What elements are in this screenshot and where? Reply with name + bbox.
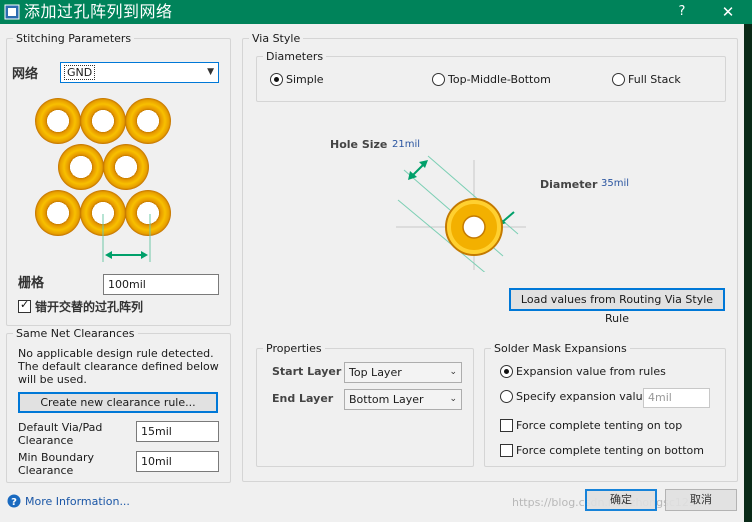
- via-style-legend: Via Style: [252, 32, 301, 45]
- radio-top-middle-bottom-label[interactable]: Top-Middle-Bottom: [448, 73, 551, 86]
- help-button[interactable]: ?: [664, 0, 700, 24]
- solder-mask-legend: Solder Mask Expansions: [494, 342, 627, 355]
- tent-top-label[interactable]: Force complete tenting on top: [516, 419, 682, 432]
- via-dimension-diagram: [396, 155, 526, 272]
- specify-expansion-label[interactable]: Specify expansion value: [516, 390, 649, 403]
- via-ring-icon: [80, 98, 126, 144]
- more-information-link[interactable]: More Information...: [25, 495, 130, 508]
- close-button[interactable]: ✕: [710, 0, 746, 24]
- properties-legend: Properties: [266, 342, 322, 355]
- radio-simple-label[interactable]: Simple: [286, 73, 324, 86]
- via-pad-clearance-label: Default Via/Pad Clearance: [18, 421, 103, 447]
- via-ring-icon: [103, 144, 149, 190]
- help-circle-icon[interactable]: ?: [7, 494, 21, 508]
- start-layer-value: Top Layer: [349, 366, 402, 379]
- dialog-body: Stitching Parameters 网络 GND ▼ 栅格 100mil …: [0, 24, 744, 522]
- tent-bottom-checkbox[interactable]: [500, 444, 513, 457]
- radio-expansion-from-rules[interactable]: [500, 365, 513, 378]
- end-layer-label: End Layer: [272, 392, 334, 405]
- hole-size-label: Hole Size: [330, 138, 388, 151]
- clearance-note: No applicable design rule detected. The …: [18, 347, 219, 386]
- stagger-label: 错开交替的过孔阵列: [35, 300, 144, 314]
- grid-label: 栅格: [18, 276, 45, 291]
- radio-top-middle-bottom[interactable]: [432, 73, 445, 86]
- radio-simple[interactable]: [270, 73, 283, 86]
- cancel-button[interactable]: 取消: [665, 489, 737, 511]
- via-ring-icon: [35, 98, 81, 144]
- chevron-down-icon: ⌄: [449, 394, 457, 404]
- end-layer-select[interactable]: Bottom Layer ⌄: [344, 389, 462, 410]
- stitching-parameters-legend: Stitching Parameters: [16, 32, 132, 45]
- specify-expansion-input[interactable]: 4mil: [643, 388, 710, 408]
- grid-input[interactable]: 100mil: [103, 274, 219, 295]
- diameters-legend: Diameters: [266, 50, 324, 63]
- diameter-label: Diameter: [540, 178, 598, 191]
- diameter-value: 35mil: [601, 178, 630, 189]
- via-ring-icon: [58, 144, 104, 190]
- title-bar: 添加过孔阵列到网络 ? ✕: [0, 0, 752, 24]
- hole-size-value: 21mil: [392, 139, 421, 150]
- chevron-down-icon: ▼: [207, 67, 214, 77]
- via-ring-icon: [35, 190, 81, 236]
- tent-top-checkbox[interactable]: [500, 419, 513, 432]
- background-window-edge: [744, 24, 752, 522]
- create-clearance-rule-button[interactable]: Create new clearance rule...: [18, 392, 218, 413]
- radio-full-stack[interactable]: [612, 73, 625, 86]
- min-boundary-clearance-label: Min Boundary Clearance: [18, 451, 94, 477]
- net-select-value: GND: [63, 65, 96, 80]
- end-layer-value: Bottom Layer: [349, 393, 424, 406]
- tent-bottom-label[interactable]: Force complete tenting on bottom: [516, 444, 704, 457]
- window-title: 添加过孔阵列到网络: [24, 2, 173, 21]
- stagger-checkbox[interactable]: [18, 298, 31, 313]
- expansion-from-rules-label[interactable]: Expansion value from rules: [516, 365, 666, 378]
- start-layer-select[interactable]: Top Layer ⌄: [344, 362, 462, 383]
- svg-text:?: ?: [11, 497, 17, 508]
- via-pad-clearance-input[interactable]: 15mil: [136, 421, 219, 442]
- app-icon: [4, 4, 20, 20]
- net-label: 网络: [12, 67, 39, 82]
- grid-spacing-arrow-icon: [102, 214, 151, 262]
- radio-full-stack-label[interactable]: Full Stack: [628, 73, 681, 86]
- min-boundary-clearance-input[interactable]: 10mil: [136, 451, 219, 472]
- ok-button[interactable]: 确定: [585, 489, 657, 511]
- load-via-style-rule-button[interactable]: Load values from Routing Via Style Rule: [509, 288, 725, 325]
- start-layer-label: Start Layer: [272, 365, 342, 378]
- same-net-clearances-legend: Same Net Clearances: [16, 327, 135, 340]
- chevron-down-icon: ⌄: [449, 367, 457, 377]
- net-select[interactable]: GND ▼: [60, 62, 219, 83]
- radio-specify-expansion[interactable]: [500, 390, 513, 403]
- via-ring-icon: [125, 98, 171, 144]
